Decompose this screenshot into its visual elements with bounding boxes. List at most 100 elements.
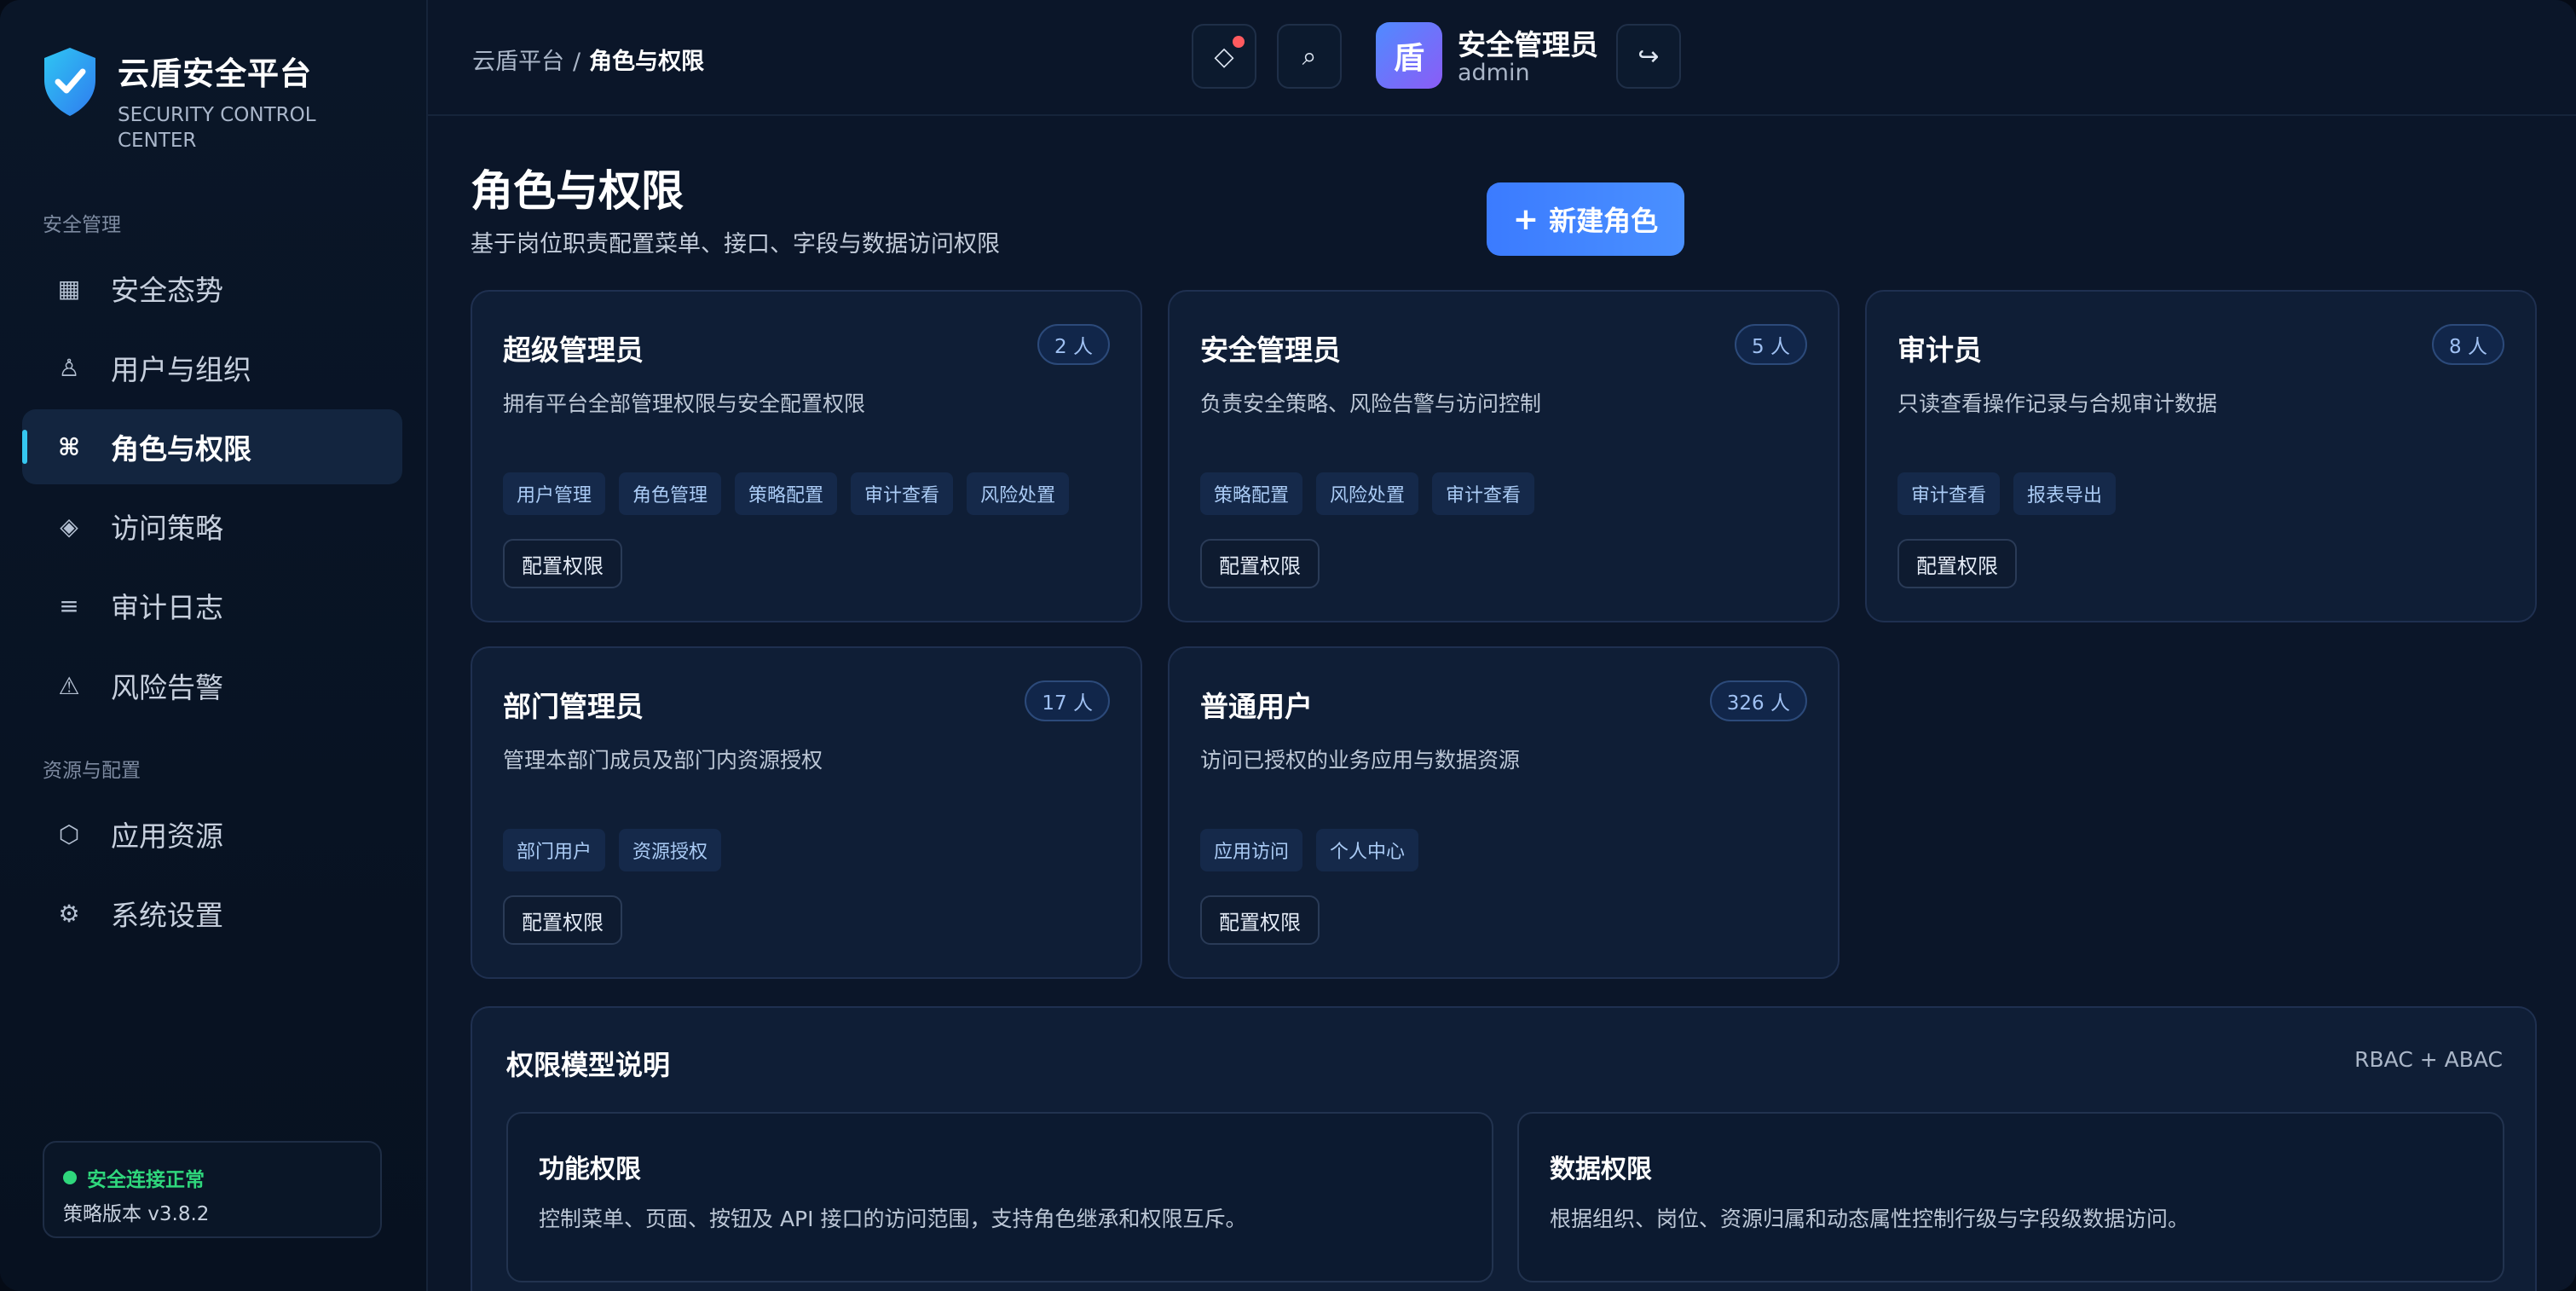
configure-permissions-button[interactable]: 配置权限 (503, 895, 622, 945)
model-card-description: 根据组织、岗位、资源归属和动态属性控制行级与字段级数据访问。 (1550, 1207, 2190, 1231)
role-card-super-admin[interactable]: 超级管理员 2 人 拥有平台全部管理权限与安全配置权限 用户管理 角色管理 策略… (471, 290, 1142, 622)
page-title: 角色与权限 (471, 166, 684, 216)
configure-permissions-button[interactable]: 配置权限 (1200, 895, 1320, 945)
breadcrumb-current: 角色与权限 (589, 49, 705, 75)
command-icon: ⌘ (58, 432, 80, 461)
alert-icon: ◇ (1214, 41, 1234, 72)
new-role-button[interactable]: + 新建角色 (1487, 182, 1684, 256)
configure-permissions-button[interactable]: 配置权限 (1200, 539, 1320, 588)
role-name: 普通用户 (1200, 690, 1313, 723)
role-card-auditor[interactable]: 审计员 8 人 只读查看操作记录与合规审计数据 审计查看 报表导出 配置权限 (1865, 290, 2537, 622)
permission-tag: 角色管理 (619, 472, 722, 515)
role-description: 拥有平台全部管理权限与安全配置权限 (503, 391, 866, 416)
breadcrumb-separator: / (573, 49, 581, 75)
user-name: 安全管理员 (1458, 28, 1598, 61)
sidebar-item-app-resources[interactable]: ⬡ 应用资源 (22, 796, 402, 871)
role-description: 访问已授权的业务应用与数据资源 (1200, 748, 1521, 773)
section-label-resources: 资源与配置 (43, 760, 141, 782)
sidebar-item-users-orgs[interactable]: ♙ 用户与组织 (22, 330, 402, 405)
configure-permissions-button[interactable]: 配置权限 (1897, 539, 2017, 588)
sidebar-item-label: 访问策略 (111, 512, 223, 545)
permission-tag: 策略配置 (1200, 472, 1303, 515)
dashboard-icon: ▦ (57, 274, 81, 303)
brand-name: 云盾安全平台 (118, 55, 312, 92)
sidebar-item-system-settings[interactable]: ⚙ 系统设置 (22, 876, 402, 951)
logout-button[interactable]: ↪ (1616, 24, 1681, 89)
sidebar-item-access-policy[interactable]: ◈ 访问策略 (22, 489, 402, 564)
sidebar-item-label: 系统设置 (111, 899, 223, 932)
search-button[interactable]: ⌕ (1277, 24, 1342, 89)
new-role-label: 新建角色 (1549, 205, 1659, 237)
role-card-security-admin[interactable]: 安全管理员 5 人 负责安全策略、风险告警与访问控制 策略配置 风险处置 审计查… (1168, 290, 1840, 622)
topbar: 云盾平台 / 角色与权限 ◇ ⌕ 盾 安全管理员 admin ↪ (428, 0, 2576, 116)
member-count-badge: 17 人 (1025, 680, 1110, 721)
permission-model-panel: 权限模型说明 RBAC + ABAC 功能权限 控制菜单、页面、按钮及 API … (471, 1006, 2537, 1291)
search-icon: ⌕ (1302, 41, 1317, 72)
role-description: 只读查看操作记录与合规审计数据 (1897, 391, 2218, 416)
avatar[interactable]: 盾 (1376, 22, 1442, 89)
permission-tag: 部门用户 (503, 829, 606, 871)
connection-status: 安全连接正常 策略版本 v3.8.2 (43, 1141, 382, 1238)
permission-tag: 策略配置 (735, 472, 838, 515)
sidebar-item-label: 审计日志 (111, 591, 223, 624)
logout-icon: ↪ (1637, 41, 1660, 72)
role-description: 管理本部门成员及部门内资源授权 (503, 748, 823, 773)
permission-tags: 应用访问 个人中心 (1200, 829, 1432, 871)
permission-tags: 审计查看 报表导出 (1897, 472, 2129, 515)
member-count-badge: 2 人 (1037, 324, 1110, 365)
user-id: admin (1458, 60, 1530, 86)
shield-check-icon (44, 48, 95, 116)
permission-tag: 应用访问 (1200, 829, 1303, 871)
permission-tags: 部门用户 资源授权 (503, 829, 735, 871)
permission-tag: 风险处置 (967, 472, 1070, 515)
brand[interactable]: 云盾安全平台 SECURITY CONTROL CENTER (41, 46, 339, 153)
permission-tags: 策略配置 风险处置 审计查看 (1200, 472, 1548, 515)
warning-icon: ⚠ (58, 671, 80, 700)
permission-tag: 报表导出 (2013, 472, 2117, 515)
status-text: 安全连接正常 (87, 1169, 205, 1191)
permission-tag: 审计查看 (1897, 472, 2001, 515)
brand-subtitle: SECURITY CONTROL CENTER (118, 104, 316, 152)
model-type-label: RBAC + ABAC (2354, 1047, 2503, 1072)
sidebar-item-label: 风险告警 (111, 671, 223, 704)
sidebar-item-roles-permissions[interactable]: ⌘ 角色与权限 (22, 409, 402, 484)
role-card-department-admin[interactable]: 部门管理员 17 人 管理本部门成员及部门内资源授权 部门用户 资源授权 配置权… (471, 646, 1142, 979)
role-name: 安全管理员 (1200, 333, 1341, 367)
configure-permissions-button[interactable]: 配置权限 (503, 539, 622, 588)
gear-icon: ⚙ (58, 899, 80, 928)
role-name: 审计员 (1897, 333, 1982, 367)
model-card-functional: 功能权限 控制菜单、页面、按钮及 API 接口的访问范围，支持角色继承和权限互斥… (506, 1112, 1493, 1282)
permission-tag: 审计查看 (1432, 472, 1535, 515)
permission-tag: 个人中心 (1316, 829, 1419, 871)
diamond-icon: ◈ (60, 512, 78, 541)
sidebar-item-label: 用户与组织 (111, 353, 251, 386)
sidebar-item-security-posture[interactable]: ▦ 安全态势 (22, 251, 402, 326)
permission-tag: 用户管理 (503, 472, 606, 515)
user-icon: ♙ (58, 353, 80, 382)
list-icon: ≡ (59, 591, 79, 620)
member-count-badge: 5 人 (1735, 324, 1807, 365)
hexagon-icon: ⬡ (58, 819, 80, 848)
model-card-title: 数据权限 (1550, 1155, 1652, 1184)
sidebar-item-audit-log[interactable]: ≡ 审计日志 (22, 568, 402, 643)
sidebar-item-label: 角色与权限 (111, 432, 251, 466)
policy-version: 策略版本 v3.8.2 (63, 1203, 210, 1225)
main-content: 云盾平台 / 角色与权限 ◇ ⌕ 盾 安全管理员 admin ↪ 角色与权限 基于岗… (428, 0, 2576, 1291)
permission-tag: 资源授权 (619, 829, 722, 871)
breadcrumb-root[interactable]: 云盾平台 (472, 49, 564, 75)
status-dot-icon (63, 1171, 77, 1184)
member-count-badge: 8 人 (2432, 324, 2504, 365)
permission-tag: 风险处置 (1316, 472, 1419, 515)
notification-dot (1233, 36, 1245, 48)
role-card-regular-user[interactable]: 普通用户 326 人 访问已授权的业务应用与数据资源 应用访问 个人中心 配置权… (1168, 646, 1840, 979)
page-description: 基于岗位职责配置菜单、接口、字段与数据访问权限 (471, 231, 1000, 258)
sidebar-item-label: 应用资源 (111, 819, 223, 853)
sidebar-item-risk-alerts[interactable]: ⚠ 风险告警 (22, 648, 402, 723)
role-name: 部门管理员 (503, 690, 644, 723)
breadcrumb: 云盾平台 / 角色与权限 (472, 43, 704, 76)
sidebar: 云盾安全平台 SECURITY CONTROL CENTER 安全管理 ▦ 安全… (0, 0, 428, 1291)
role-name: 超级管理员 (503, 333, 644, 367)
section-label-security: 安全管理 (43, 214, 121, 236)
alerts-button[interactable]: ◇ (1192, 24, 1256, 89)
member-count-badge: 326 人 (1709, 680, 1807, 721)
